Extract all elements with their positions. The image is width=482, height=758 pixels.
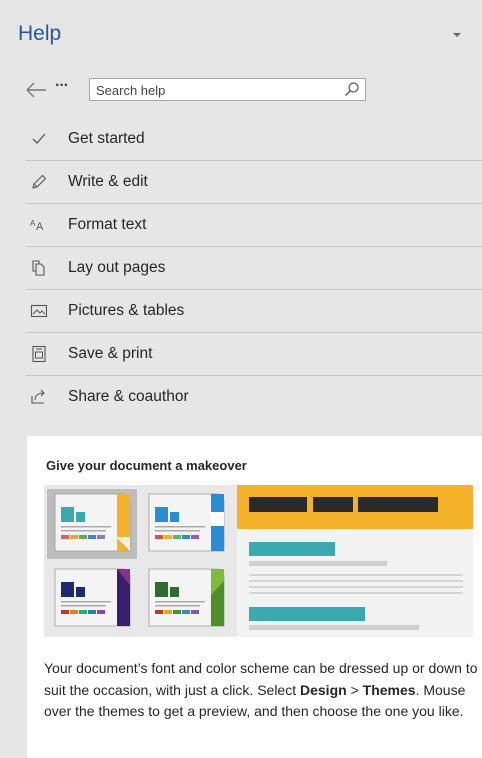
- menu-item-write-edit[interactable]: Write & edit: [26, 161, 482, 204]
- menu-item-label: Pictures & tables: [68, 302, 185, 319]
- search-icon[interactable]: [344, 81, 360, 97]
- menu-item-get-started[interactable]: Get started: [26, 118, 482, 161]
- back-arrow-icon[interactable]: [26, 78, 48, 102]
- save-print-icon: [30, 345, 48, 363]
- search-input[interactable]: [96, 82, 326, 98]
- menu-item-format-text[interactable]: A A Format text: [26, 204, 482, 247]
- menu-item-lay-out-pages[interactable]: Lay out pages: [26, 247, 482, 290]
- body-text-2: >: [346, 681, 363, 698]
- menu-item-label: Format text: [68, 216, 147, 233]
- svg-text:A: A: [36, 221, 44, 233]
- share-icon: [30, 388, 48, 406]
- help-pane: Help ··· Get started: [0, 0, 482, 758]
- help-topics-menu: Get started Write & edit A A Format text: [26, 118, 482, 418]
- design-keyword: Design: [300, 681, 347, 698]
- pencil-icon: [30, 173, 48, 191]
- menu-item-save-print[interactable]: Save & print: [26, 333, 482, 376]
- font-size-icon: A A: [30, 216, 48, 234]
- themes-illustration: [44, 485, 473, 637]
- themes-keyword: Themes: [362, 681, 416, 698]
- picture-icon: [30, 302, 48, 320]
- menu-item-share-coauthor[interactable]: Share & coauthor: [26, 376, 482, 418]
- collapse-dropdown-icon[interactable]: [446, 24, 468, 46]
- menu-item-label: Save & print: [68, 345, 153, 362]
- menu-item-pictures-tables[interactable]: Pictures & tables: [26, 290, 482, 333]
- pages-icon: [30, 259, 48, 277]
- checkmark-icon: [30, 130, 48, 148]
- pane-titlebar: Help: [18, 22, 468, 52]
- card-body-text: Your document’s font and color scheme ca…: [44, 658, 480, 723]
- help-toolbar: ···: [26, 77, 466, 104]
- pane-title: Help: [18, 22, 62, 45]
- menu-item-label: Share & coauthor: [68, 388, 189, 405]
- search-box: [89, 78, 366, 101]
- menu-item-label: Get started: [68, 130, 145, 147]
- card-title: Give your document a makeover: [46, 458, 247, 473]
- more-options-button[interactable]: ···: [55, 77, 77, 101]
- makeover-card[interactable]: Give your document a makeover Your docum…: [27, 436, 482, 758]
- menu-item-label: Write & edit: [68, 173, 148, 190]
- menu-item-label: Lay out pages: [68, 259, 166, 276]
